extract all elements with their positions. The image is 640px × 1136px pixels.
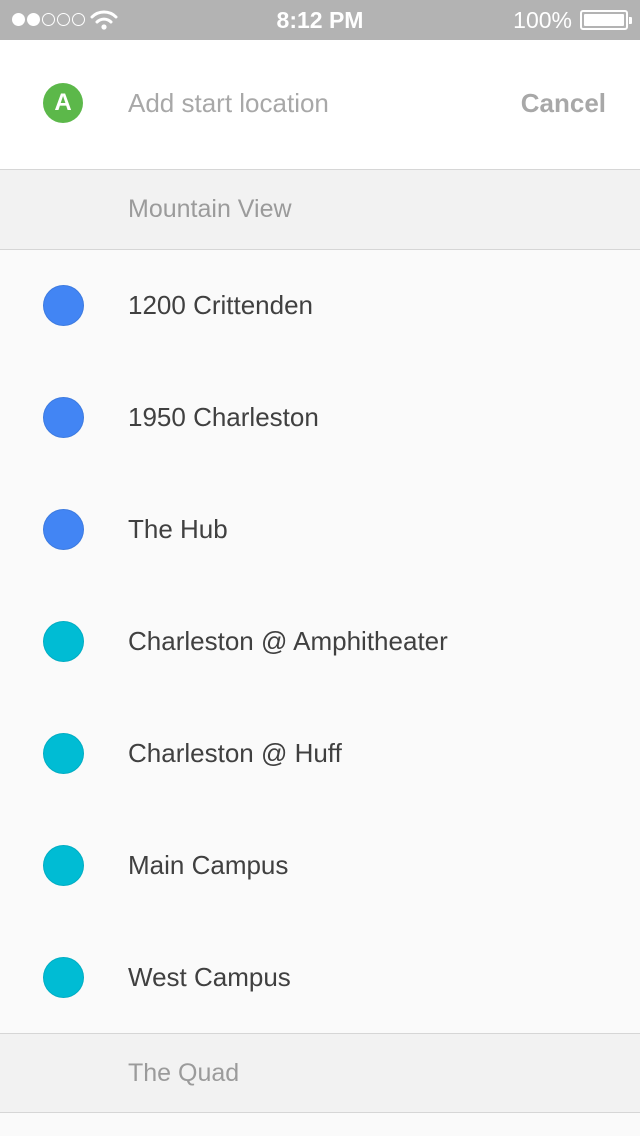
stop-dot-icon	[43, 957, 84, 998]
stop-dot-icon	[43, 285, 84, 326]
battery-fill	[584, 14, 624, 26]
list-item-the-hub[interactable]: The Hub	[0, 474, 640, 586]
stop-dot-icon	[43, 733, 84, 774]
start-marker-icon: A	[43, 83, 83, 123]
stop-dot-icon	[43, 509, 84, 550]
stop-label: Charleston @ Amphitheater	[128, 626, 448, 656]
list-item-west-campus[interactable]: West Campus	[0, 922, 640, 1034]
battery-icon	[580, 10, 632, 30]
stop-label: 1200 Crittenden	[128, 290, 314, 320]
stop-list: 1200 Crittenden 1950 Charleston The Hub …	[0, 250, 640, 1034]
section-header-the-quad: The Quad	[0, 1033, 640, 1113]
list-item-1950-charleston[interactable]: 1950 Charleston	[0, 362, 640, 474]
search-header: A Cancel	[0, 40, 640, 170]
section-header-mountain-view: Mountain View	[0, 170, 640, 250]
stop-label: Charleston @ Huff	[128, 738, 342, 768]
battery-percentage: 100%	[513, 7, 572, 33]
list-item-charleston-amphitheater[interactable]: Charleston @ Amphitheater	[0, 586, 640, 698]
stop-dot-icon	[43, 621, 84, 662]
status-bar: 8:12 PM 100%	[0, 0, 640, 40]
stop-dot-icon	[43, 397, 84, 438]
start-location-input[interactable]	[128, 80, 488, 126]
stop-label: 1950 Charleston	[128, 402, 319, 432]
list-item-1200-crittenden[interactable]: 1200 Crittenden	[0, 250, 640, 362]
stop-label: Main Campus	[128, 850, 289, 880]
list-item-main-campus[interactable]: Main Campus	[0, 810, 640, 922]
cancel-button[interactable]: Cancel	[521, 83, 606, 123]
section-title: The Quad	[128, 1059, 240, 1087]
stop-label: The Hub	[128, 514, 228, 544]
stop-dot-icon	[43, 845, 84, 886]
list-item-charleston-huff[interactable]: Charleston @ Huff	[0, 698, 640, 810]
stop-label: West Campus	[128, 962, 291, 992]
section-title: Mountain View	[128, 195, 292, 223]
